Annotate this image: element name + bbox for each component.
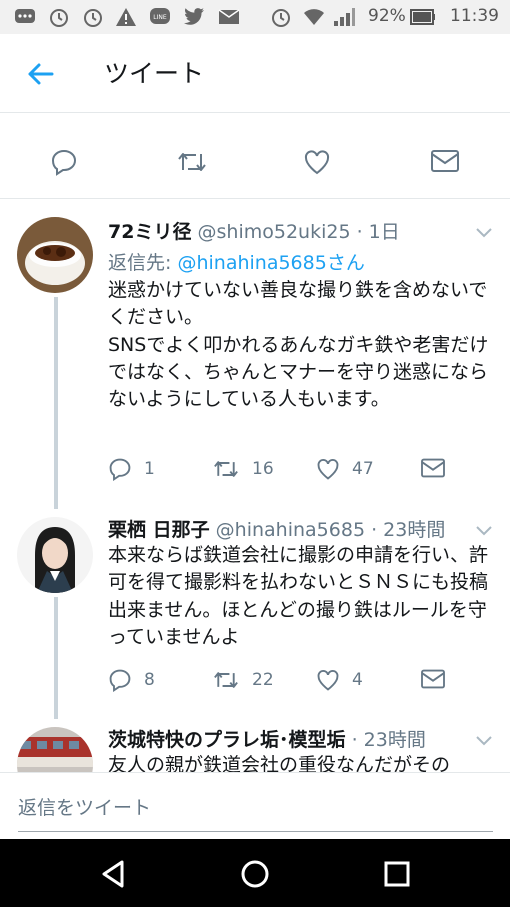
retweet-icon[interactable] — [212, 668, 240, 692]
like-action[interactable]: 4 — [316, 668, 363, 692]
reply-tweet[interactable]: 72ミリ径 @shimo52uki25 · 1日 返信先: @hinahina5… — [0, 199, 510, 509]
wifi-icon — [303, 6, 325, 28]
tweet-text-line: 迷惑かけていない善良な撮り鉄を含めないでください。 — [108, 279, 488, 329]
home-nav-icon[interactable] — [238, 857, 272, 891]
tweet-text: 友人の親が鉄道会社の重役なんだがその — [108, 754, 451, 772]
like-count: 4 — [352, 670, 363, 690]
user-handle: @shimo52uki25 — [197, 221, 351, 243]
reply-icon[interactable] — [108, 668, 132, 692]
reply-to-label: 返信先: — [108, 252, 178, 274]
tweet-text-line: SNSでよく叩かれるあんなガキ鉄や老害だけではなく、ちゃんとマナーを守り迷惑にな… — [108, 333, 489, 411]
reply-count: 1 — [144, 459, 155, 479]
back-nav-icon[interactable] — [96, 857, 130, 891]
tweet-actions: 8 22 4 — [108, 668, 448, 696]
retweet-icon[interactable] — [212, 457, 240, 481]
page-title: ツイート — [104, 59, 205, 88]
reply-to-line: 返信先: @hinahina5685さん — [108, 248, 365, 275]
avatar[interactable] — [17, 727, 93, 772]
reply-action[interactable]: 1 — [108, 457, 155, 481]
avatar[interactable] — [17, 217, 93, 293]
reply-icon[interactable] — [108, 457, 132, 481]
display-name[interactable]: 茨城特快のプラレ垢･模型垢 — [108, 729, 346, 751]
line-app-icon: LINE — [149, 6, 171, 28]
direct-message-icon[interactable] — [420, 668, 446, 690]
direct-message-icon[interactable] — [430, 148, 460, 178]
battery-percent: 92% — [368, 6, 406, 26]
tweet-text: 迷惑かけていない善良な撮り鉄を含めないでください。 SNSでよく叩かれるあんなガキ… — [108, 277, 498, 413]
avatar[interactable] — [17, 517, 93, 593]
chevron-down-icon[interactable] — [474, 522, 494, 536]
retweet-icon[interactable] — [176, 148, 206, 178]
like-action[interactable]: 47 — [316, 457, 374, 481]
tweet-time: · 1日 — [356, 221, 400, 243]
main-tweet-actions — [0, 128, 510, 199]
chevron-down-icon[interactable] — [474, 224, 494, 238]
recents-nav-icon[interactable] — [380, 857, 414, 891]
signal-icon — [333, 6, 355, 28]
reply-bar: 返信をツイート — [0, 772, 510, 840]
app-bar: ツイート — [0, 34, 510, 113]
reply-input[interactable]: 返信をツイート — [18, 793, 151, 820]
chevron-down-icon[interactable] — [474, 732, 494, 746]
reply-icon[interactable] — [50, 148, 80, 178]
tweet-time: · 23時間 — [351, 729, 426, 751]
tweet-header: 栗栖 日那子 @hinahina5685 · 23時間 — [108, 515, 445, 542]
alarm-icon — [270, 6, 292, 28]
tweet-header: 茨城特快のプラレ垢･模型垢 · 23時間 — [108, 725, 426, 752]
alarm-icon — [48, 6, 70, 28]
clock: 11:39 — [450, 6, 499, 26]
reply-tweet[interactable]: 栗栖 日那子 @hinahina5685 · 23時間 本来ならば鉄道会社に撮影… — [0, 509, 510, 719]
reply-count: 8 — [144, 670, 155, 690]
display-name[interactable]: 72ミリ径 — [108, 221, 191, 243]
thread-line — [54, 297, 58, 509]
reply-tweet[interactable]: 茨城特快のプラレ垢･模型垢 · 23時間 友人の親が鉄道会社の重役なんだがその — [0, 719, 510, 772]
like-icon[interactable] — [316, 457, 340, 481]
back-arrow-icon[interactable] — [24, 58, 56, 90]
retweet-count: 16 — [252, 459, 274, 479]
tweet-text: 本来ならば鉄道会社に撮影の申請を行い、許可を得て撮影料を払わないとＳＮＳにも投稿… — [108, 544, 489, 648]
input-underline — [18, 831, 493, 832]
tweet-header: 72ミリ径 @shimo52uki25 · 1日 — [108, 217, 400, 244]
mail-icon — [218, 6, 240, 28]
direct-message-icon[interactable] — [420, 457, 446, 479]
twitter-bird-icon — [183, 6, 205, 28]
like-icon[interactable] — [303, 148, 333, 178]
warning-icon — [115, 6, 137, 28]
battery-icon — [410, 6, 436, 28]
retweet-action[interactable]: 22 — [212, 668, 274, 692]
user-handle: @hinahina5685 — [215, 519, 366, 541]
thread-line — [54, 597, 58, 719]
tweet-actions: 1 16 47 — [108, 457, 448, 485]
system-navigation-bar — [0, 839, 510, 907]
alarm-icon — [82, 6, 104, 28]
display-name[interactable]: 栗栖 日那子 — [108, 519, 210, 541]
status-bar: LINE 92% 11:39 — [0, 0, 510, 34]
like-icon[interactable] — [316, 668, 340, 692]
retweet-count: 22 — [252, 670, 274, 690]
reply-action[interactable]: 8 — [108, 668, 155, 692]
message-notification-icon — [14, 6, 36, 28]
tweet-time: · 23時間 — [371, 519, 446, 541]
svg-text:LINE: LINE — [153, 14, 167, 21]
retweet-action[interactable]: 16 — [212, 457, 274, 481]
reply-to-handle-link[interactable]: @hinahina5685さん — [177, 252, 364, 274]
like-count: 47 — [352, 459, 374, 479]
